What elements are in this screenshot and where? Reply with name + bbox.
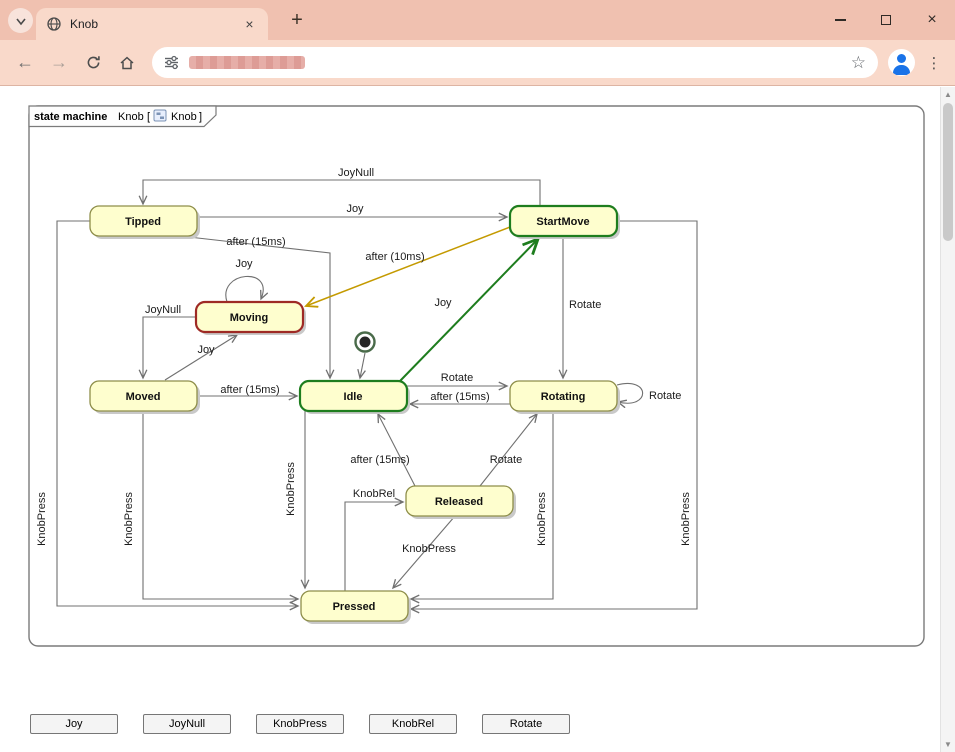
profile-avatar[interactable] xyxy=(888,49,915,76)
person-icon xyxy=(897,54,906,63)
address-bar[interactable]: ☆ xyxy=(152,47,878,78)
bookmark-star-icon[interactable]: ☆ xyxy=(851,53,866,73)
tab-search-button[interactable] xyxy=(8,8,33,33)
frame-open-bracket: [ xyxy=(147,111,150,123)
browser-toolbar: ← → ☆ xyxy=(0,40,955,86)
frame-diagram-ref: Knob xyxy=(171,111,197,123)
state-machine-diagram: state machine Knob [ Knob ] xyxy=(28,105,925,647)
event-button-knobrel[interactable]: KnobRel xyxy=(369,714,457,734)
browser-tab[interactable]: Knob × xyxy=(36,8,268,40)
state-moved-label: Moved xyxy=(126,391,161,403)
frame-border xyxy=(29,106,924,646)
tab-close-icon[interactable]: × xyxy=(241,16,258,33)
transition-label: after (15ms) xyxy=(220,384,279,396)
tab-title: Knob xyxy=(70,17,98,31)
diagram-icon xyxy=(154,110,166,121)
transition-label: KnobPress xyxy=(680,492,692,546)
state-idle-label: Idle xyxy=(344,391,363,403)
browser-window: Knob × + × ← → xyxy=(0,0,955,752)
chevron-down-icon xyxy=(15,15,27,27)
vertical-scrollbar[interactable]: ▲ ▼ xyxy=(940,87,955,752)
home-button[interactable] xyxy=(110,46,144,80)
forward-button[interactable]: → xyxy=(42,46,76,80)
menu-kebab-icon[interactable]: ⋮ xyxy=(921,46,947,80)
state-startmove-label: StartMove xyxy=(536,216,589,228)
transition-label: KnobPress xyxy=(123,492,135,546)
event-button-bar: Joy JoyNull KnobPress KnobRel Rotate xyxy=(30,714,570,734)
minimize-button[interactable] xyxy=(817,0,863,40)
event-button-rotate[interactable]: Rotate xyxy=(482,714,570,734)
transition-label: Rotate xyxy=(649,390,681,402)
transition-label: Rotate xyxy=(441,372,473,384)
event-button-joynull[interactable]: JoyNull xyxy=(143,714,231,734)
transition-label: KnobPress xyxy=(285,462,297,516)
transition-label: after (15ms) xyxy=(350,454,409,466)
event-button-knobpress[interactable]: KnobPress xyxy=(256,714,344,734)
scrollbar-thumb[interactable] xyxy=(943,103,953,241)
transition-label: KnobPress xyxy=(536,492,548,546)
frame-close-bracket: ] xyxy=(199,111,202,123)
transition-label: JoyNull xyxy=(338,167,374,179)
state-rotating-label: Rotating xyxy=(541,391,586,403)
scroll-up-arrow-icon[interactable]: ▲ xyxy=(941,87,955,102)
transition-label: Rotate xyxy=(569,299,601,311)
transition-label: KnobPress xyxy=(402,543,456,555)
transition-label: KnobRel xyxy=(353,488,395,500)
maximize-icon xyxy=(881,15,891,25)
tab-strip: Knob × + × xyxy=(0,0,955,40)
new-tab-button[interactable]: + xyxy=(284,8,310,34)
transition-label: KnobPress xyxy=(36,492,48,546)
state-tipped-label: Tipped xyxy=(125,216,161,228)
close-button[interactable]: × xyxy=(909,0,955,40)
transition-label: JoyNull xyxy=(145,304,181,316)
page-content: state machine Knob [ Knob ] xyxy=(0,87,955,752)
transition-label: Joy xyxy=(235,258,253,270)
transition-label: after (15ms) xyxy=(226,236,285,248)
transition-label: after (10ms) xyxy=(365,251,424,263)
window-controls: × xyxy=(817,0,955,40)
transition-label: Joy xyxy=(197,344,215,356)
diagram-frame: state machine Knob [ Knob ] xyxy=(28,105,925,647)
state-pressed-label: Pressed xyxy=(333,601,376,613)
transition-label: Joy xyxy=(434,297,452,309)
scroll-down-arrow-icon[interactable]: ▼ xyxy=(941,737,955,752)
minimize-icon xyxy=(835,19,846,21)
event-button-joy[interactable]: Joy xyxy=(30,714,118,734)
reload-icon xyxy=(85,54,102,71)
reload-button[interactable] xyxy=(76,46,110,80)
globe-icon xyxy=(46,16,62,32)
frame-type-label: state machine xyxy=(34,111,107,123)
home-icon xyxy=(118,54,136,72)
back-button[interactable]: ← xyxy=(8,46,42,80)
site-settings-icon[interactable] xyxy=(164,55,179,70)
transition-label: after (15ms) xyxy=(430,391,489,403)
redacted-url xyxy=(189,56,305,69)
state-released-label: Released xyxy=(435,496,483,508)
transition-label: Joy xyxy=(346,203,364,215)
maximize-button[interactable] xyxy=(863,0,909,40)
transition-label: Rotate xyxy=(490,454,522,466)
state-moving-label: Moving xyxy=(230,312,269,324)
frame-name: Knob xyxy=(118,111,144,123)
